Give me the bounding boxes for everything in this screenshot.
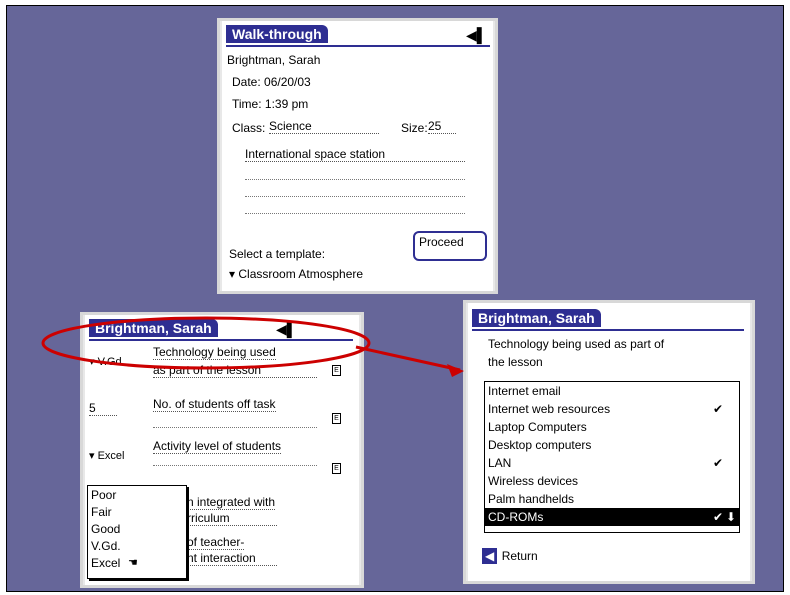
technology-list: Internet email Internet web resources ✔ L… <box>484 381 740 533</box>
list-item-selected[interactable]: CD-ROMs ✔ ⬇ <box>485 508 739 526</box>
list-item[interactable]: Desktop computers <box>485 436 739 454</box>
item-text: Technology being used <box>153 345 276 360</box>
note-line <box>245 179 465 180</box>
return-arrow-icon: ◀ <box>482 548 498 564</box>
proceed-label: Proceed <box>419 235 464 249</box>
class-label: Class: <box>232 121 266 135</box>
back-arrow-icon[interactable]: ◀▌ <box>466 27 487 44</box>
item-text: n integrated with <box>187 495 276 510</box>
proceed-button[interactable]: Proceed <box>413 231 487 261</box>
teacher-name: Brightman, Sarah <box>227 53 321 67</box>
dropdown-option[interactable]: Poor <box>91 488 116 502</box>
item-text: of teacher- <box>187 535 245 550</box>
edit-box-icon[interactable]: E <box>332 365 341 376</box>
dropdown-option[interactable]: Good <box>91 522 120 536</box>
question-text: Technology being used as part of <box>488 337 665 351</box>
rating-select-1[interactable]: ▾ V.Gd. <box>89 355 125 368</box>
item-text: as part of the lesson <box>153 363 317 378</box>
item-text: rriculum <box>187 511 277 526</box>
item-text: nt interaction <box>187 551 277 566</box>
dropdown-option[interactable]: Excel <box>91 556 120 570</box>
form-screen: Brightman, Sarah ◀▌ ▾ V.Gd. Technology b… <box>80 312 364 588</box>
edit-box-icon[interactable]: E <box>332 463 341 474</box>
item-line <box>153 427 317 428</box>
list-item[interactable]: Palm handhelds <box>485 490 739 508</box>
check-icon: ✔ <box>712 402 723 416</box>
dropdown-option[interactable]: V.Gd. <box>91 539 121 553</box>
return-button[interactable]: ◀ Return <box>482 547 538 567</box>
walkthrough-screen: Walk-through ◀▌ Brightman, Sarah Date: 0… <box>217 18 498 294</box>
rating-select-2[interactable]: ▾ Excel <box>89 449 124 462</box>
note-line <box>245 196 465 197</box>
template-label: Select a template: <box>229 247 326 261</box>
count-field[interactable]: 5 <box>89 401 117 416</box>
checklist-screen: Brightman, Sarah Technology being used a… <box>463 300 755 584</box>
back-arrow-icon[interactable]: ◀▌ <box>276 321 297 338</box>
note-field[interactable]: International space station <box>245 147 465 162</box>
size-field[interactable]: 25 <box>428 119 456 134</box>
rating-dropdown: Poor Fair Good V.Gd. Excel ☚ <box>87 485 187 579</box>
list-item[interactable]: Internet web resources ✔ <box>485 400 739 418</box>
size-label: Size: <box>401 121 428 135</box>
stylus-cursor-icon: ☚ <box>128 557 138 569</box>
class-field[interactable]: Science <box>269 119 379 134</box>
list-item[interactable]: Internet email <box>485 382 739 400</box>
list-item[interactable]: LAN ✔ <box>485 454 739 472</box>
check-icon: ✔ <box>712 456 723 470</box>
check-icon: ✔ <box>712 510 723 524</box>
walkthrough-title: Walk-through <box>226 25 328 43</box>
template-select[interactable]: ▾ Classroom Atmosphere <box>229 267 363 281</box>
note-line <box>245 213 465 214</box>
question-text: the lesson <box>488 355 543 369</box>
item-line <box>153 465 317 466</box>
scroll-down-icon[interactable]: ⬇ <box>726 508 736 526</box>
edit-box-icon[interactable]: E <box>332 413 341 424</box>
form-title: Brightman, Sarah <box>89 319 218 337</box>
time-label: Time: 1:39 pm <box>232 97 309 111</box>
item-text: Activity level of students <box>153 439 282 454</box>
return-label: Return <box>501 549 538 563</box>
list-item[interactable]: Wireless devices <box>485 472 739 490</box>
dropdown-option[interactable]: Fair <box>91 505 112 519</box>
checklist-title: Brightman, Sarah <box>472 309 601 327</box>
date-label: Date: 06/20/03 <box>232 75 311 89</box>
item-text: No. of students off task <box>153 397 276 412</box>
list-item[interactable]: Laptop Computers <box>485 418 739 436</box>
